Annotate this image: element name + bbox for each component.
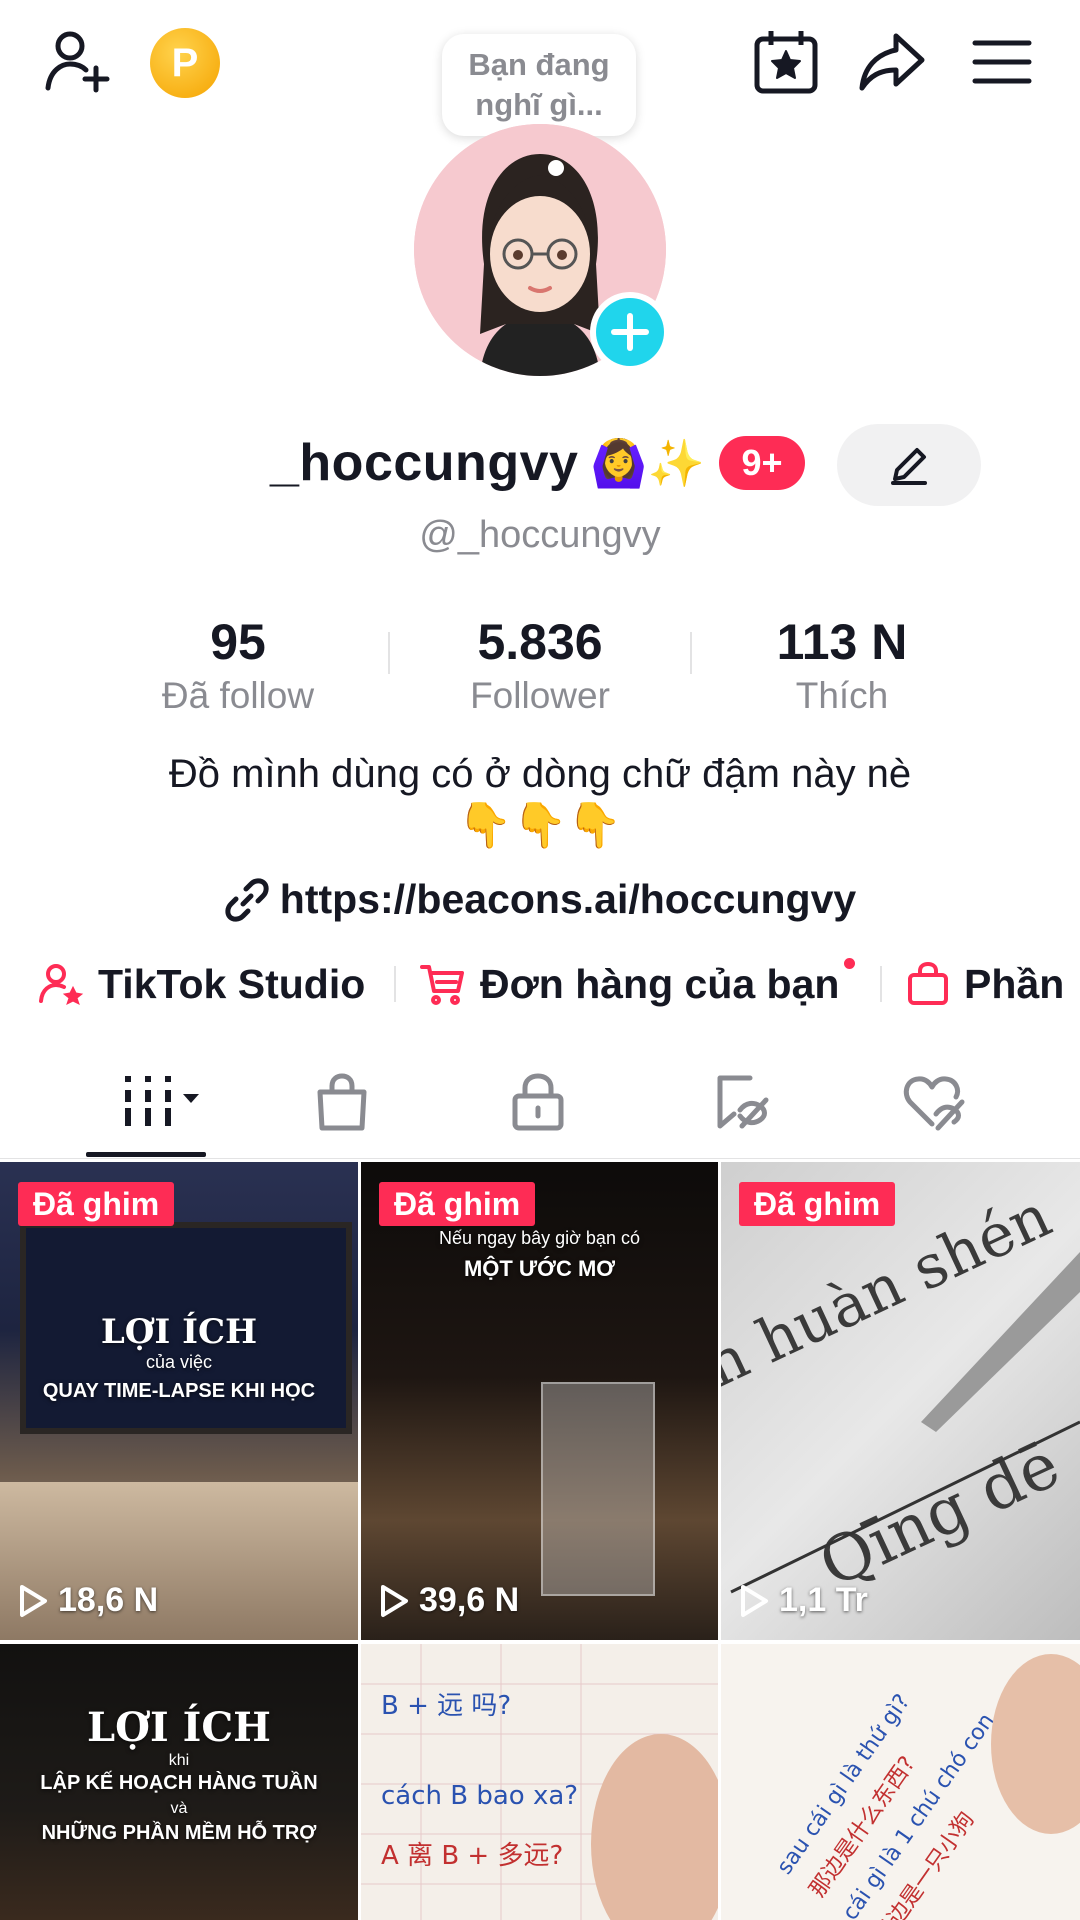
username-handle: @_hoccungvy — [419, 514, 661, 556]
shortcut-label: TikTok Studio — [98, 960, 366, 1007]
video-thumbnail-cup — [541, 1382, 655, 1596]
studio-user-star-icon — [39, 964, 84, 1005]
shopping-bag-icon — [908, 962, 948, 1005]
stat-following-label: Đã follow — [161, 675, 315, 716]
shortcut-tiktok-studio[interactable]: TikTok Studio — [38, 956, 365, 1012]
video-overlay-subtitle: và — [170, 1800, 188, 1817]
status-bubble-text: Bạn đang nghĩ gì... — [468, 47, 610, 122]
video-tile[interactable]: B + 远 吗? cách B bao xa? A 离 B + 多远? — [361, 1644, 718, 1920]
shortcut-shop[interactable]: Phần — [906, 956, 1064, 1012]
shortcut-divider — [394, 966, 396, 1002]
bio-text: Đồ mình dùng có ở dòng chữ đậm này nè — [168, 752, 912, 796]
shortcut-orders[interactable]: Đơn hàng của bạn — [420, 956, 839, 1012]
video-overlay-title: MỘT ƯỚC MƠ — [463, 1256, 616, 1281]
view-count: 39,6 N — [379, 1581, 519, 1620]
share-icon — [859, 33, 925, 91]
menu-button[interactable] — [962, 22, 1042, 102]
tab-videos[interactable] — [86, 1060, 226, 1144]
tab-liked[interactable] — [864, 1060, 1004, 1144]
video-overlay-caption: LẬP KẾ HOẠCH HÀNG TUẦN — [40, 1772, 318, 1794]
play-icon — [20, 1584, 47, 1617]
shortcut-label: Phần — [964, 960, 1065, 1007]
video-overlay-title: LỢI ÍCH — [87, 1704, 271, 1751]
tab-shop[interactable] — [272, 1060, 412, 1144]
bio-emoji: 👇👇👇 — [457, 801, 623, 850]
svg-text:cách B bao xa?: cách B bao xa? — [381, 1781, 578, 1811]
points-coin-button[interactable]: P — [150, 28, 220, 98]
pencil-icon — [891, 448, 927, 485]
video-thumbnail-notebook: B + 远 吗? cách B bao xa? A 离 B + 多远? — [361, 1644, 718, 1920]
heart-hidden-icon — [903, 1076, 965, 1131]
video-overlay-title: LỢI ÍCH — [100, 1312, 258, 1352]
video-overlay-subtitle: Nếu ngay bây giờ bạn có — [439, 1228, 640, 1248]
stat-followers-label: Follower — [470, 675, 610, 716]
play-icon — [741, 1584, 768, 1617]
view-count: 18,6 N — [18, 1581, 158, 1620]
video-tile[interactable]: LỢI ÍCH của việc QUAY TIME-LAPSE KHI HỌC… — [0, 1162, 358, 1640]
video-thumbnail-notebook: sau cái gì là thứ gì? 那边是什么东西? cái gì là… — [772, 1654, 1080, 1920]
stat-following-value: 95 — [210, 614, 266, 670]
add-user-icon — [45, 31, 110, 93]
play-icon — [381, 1584, 408, 1617]
svg-text:A 离 B + 多远?: A 离 B + 多远? — [381, 1841, 563, 1871]
stat-followers-value: 5.836 — [477, 614, 603, 670]
bio-link[interactable]: https://beacons.ai/hoccungvy — [0, 876, 1080, 923]
view-count-value: 39,6 N — [419, 1581, 520, 1619]
video-thumbnail-writing: n huàn shén Qīng dē — [721, 1181, 1080, 1603]
tab-private[interactable] — [468, 1060, 608, 1144]
video-overlay-subtitle: của việc — [145, 1352, 213, 1372]
shortcut-divider — [880, 966, 882, 1002]
svg-text:Qīng dē: Qīng dē — [809, 1428, 1071, 1603]
video-tile[interactable]: Nếu ngay bây giờ bạn có MỘT ƯỚC MƠ Đã gh… — [361, 1162, 718, 1640]
calendar-button[interactable] — [746, 22, 826, 102]
shopping-bag-icon — [317, 1073, 367, 1131]
points-coin-icon: P — [171, 40, 199, 85]
calendar-star-icon — [754, 31, 818, 94]
video-tile[interactable]: sau cái gì là thứ gì? 那边是什么东西? cái gì là… — [721, 1644, 1080, 1920]
name-emoji: 🙆‍♀️✨ — [590, 436, 705, 489]
stat-likes[interactable]: 113 N Thích — [692, 612, 992, 718]
svg-text:B + 远 吗?: B + 远 吗? — [381, 1691, 511, 1721]
stat-followers[interactable]: 5.836 Follower — [390, 612, 690, 718]
view-count-value: 18,6 N — [58, 1581, 159, 1619]
status-bubble[interactable]: Bạn đang nghĩ gì... — [442, 34, 636, 136]
pinned-badge: Đã ghim — [18, 1182, 175, 1226]
video-tile[interactable]: LỢI ÍCH khi LẬP KẾ HOẠCH HÀNG TUẦN và NH… — [0, 1644, 358, 1920]
video-overlay-subtitle: khi — [168, 1752, 190, 1769]
lock-icon — [512, 1073, 564, 1131]
menu-icon — [972, 40, 1032, 84]
tab-active-indicator — [86, 1152, 206, 1157]
pinned-badge: Đã ghim — [739, 1182, 896, 1226]
stat-likes-label: Thích — [795, 675, 889, 716]
edit-profile-button[interactable] — [837, 424, 981, 506]
stat-likes-value: 113 N — [776, 614, 908, 670]
video-tile[interactable]: n huàn shén Qīng dē Đã ghim 1,1 Tr — [721, 1162, 1080, 1640]
add-story-button[interactable] — [590, 292, 670, 372]
notification-badge[interactable]: 9+ — [718, 436, 805, 490]
display-name: _hoccungvy — [270, 434, 579, 492]
stat-following[interactable]: 95 Đã follow — [88, 612, 388, 718]
share-profile-button[interactable] — [852, 22, 932, 102]
tab-bar-divider — [0, 1158, 1080, 1159]
bio-link-text: https://beacons.ai/hoccungvy — [279, 876, 857, 922]
link-icon — [225, 877, 269, 922]
tab-saved[interactable] — [672, 1060, 812, 1144]
name-row: _hoccungvy 🙆‍♀️✨ 9+ — [270, 430, 805, 496]
orders-red-dot — [844, 958, 855, 969]
view-count: 1,1 Tr — [739, 1581, 868, 1620]
add-friend-button[interactable] — [36, 22, 116, 102]
shortcut-label: Đơn hàng của bạn — [480, 960, 840, 1007]
bookmark-hidden-icon — [717, 1075, 769, 1129]
grid-icon — [125, 1076, 199, 1126]
pinned-badge: Đã ghim — [379, 1182, 536, 1226]
video-overlay-caption: QUAY TIME-LAPSE KHI HỌC — [42, 1380, 316, 1402]
cart-icon — [420, 965, 464, 1005]
video-overlay-caption: NHỮNG PHẦN MỀM HỖ TRỢ — [41, 1822, 317, 1844]
view-count-value: 1,1 Tr — [779, 1581, 868, 1619]
plus-icon — [611, 313, 649, 351]
